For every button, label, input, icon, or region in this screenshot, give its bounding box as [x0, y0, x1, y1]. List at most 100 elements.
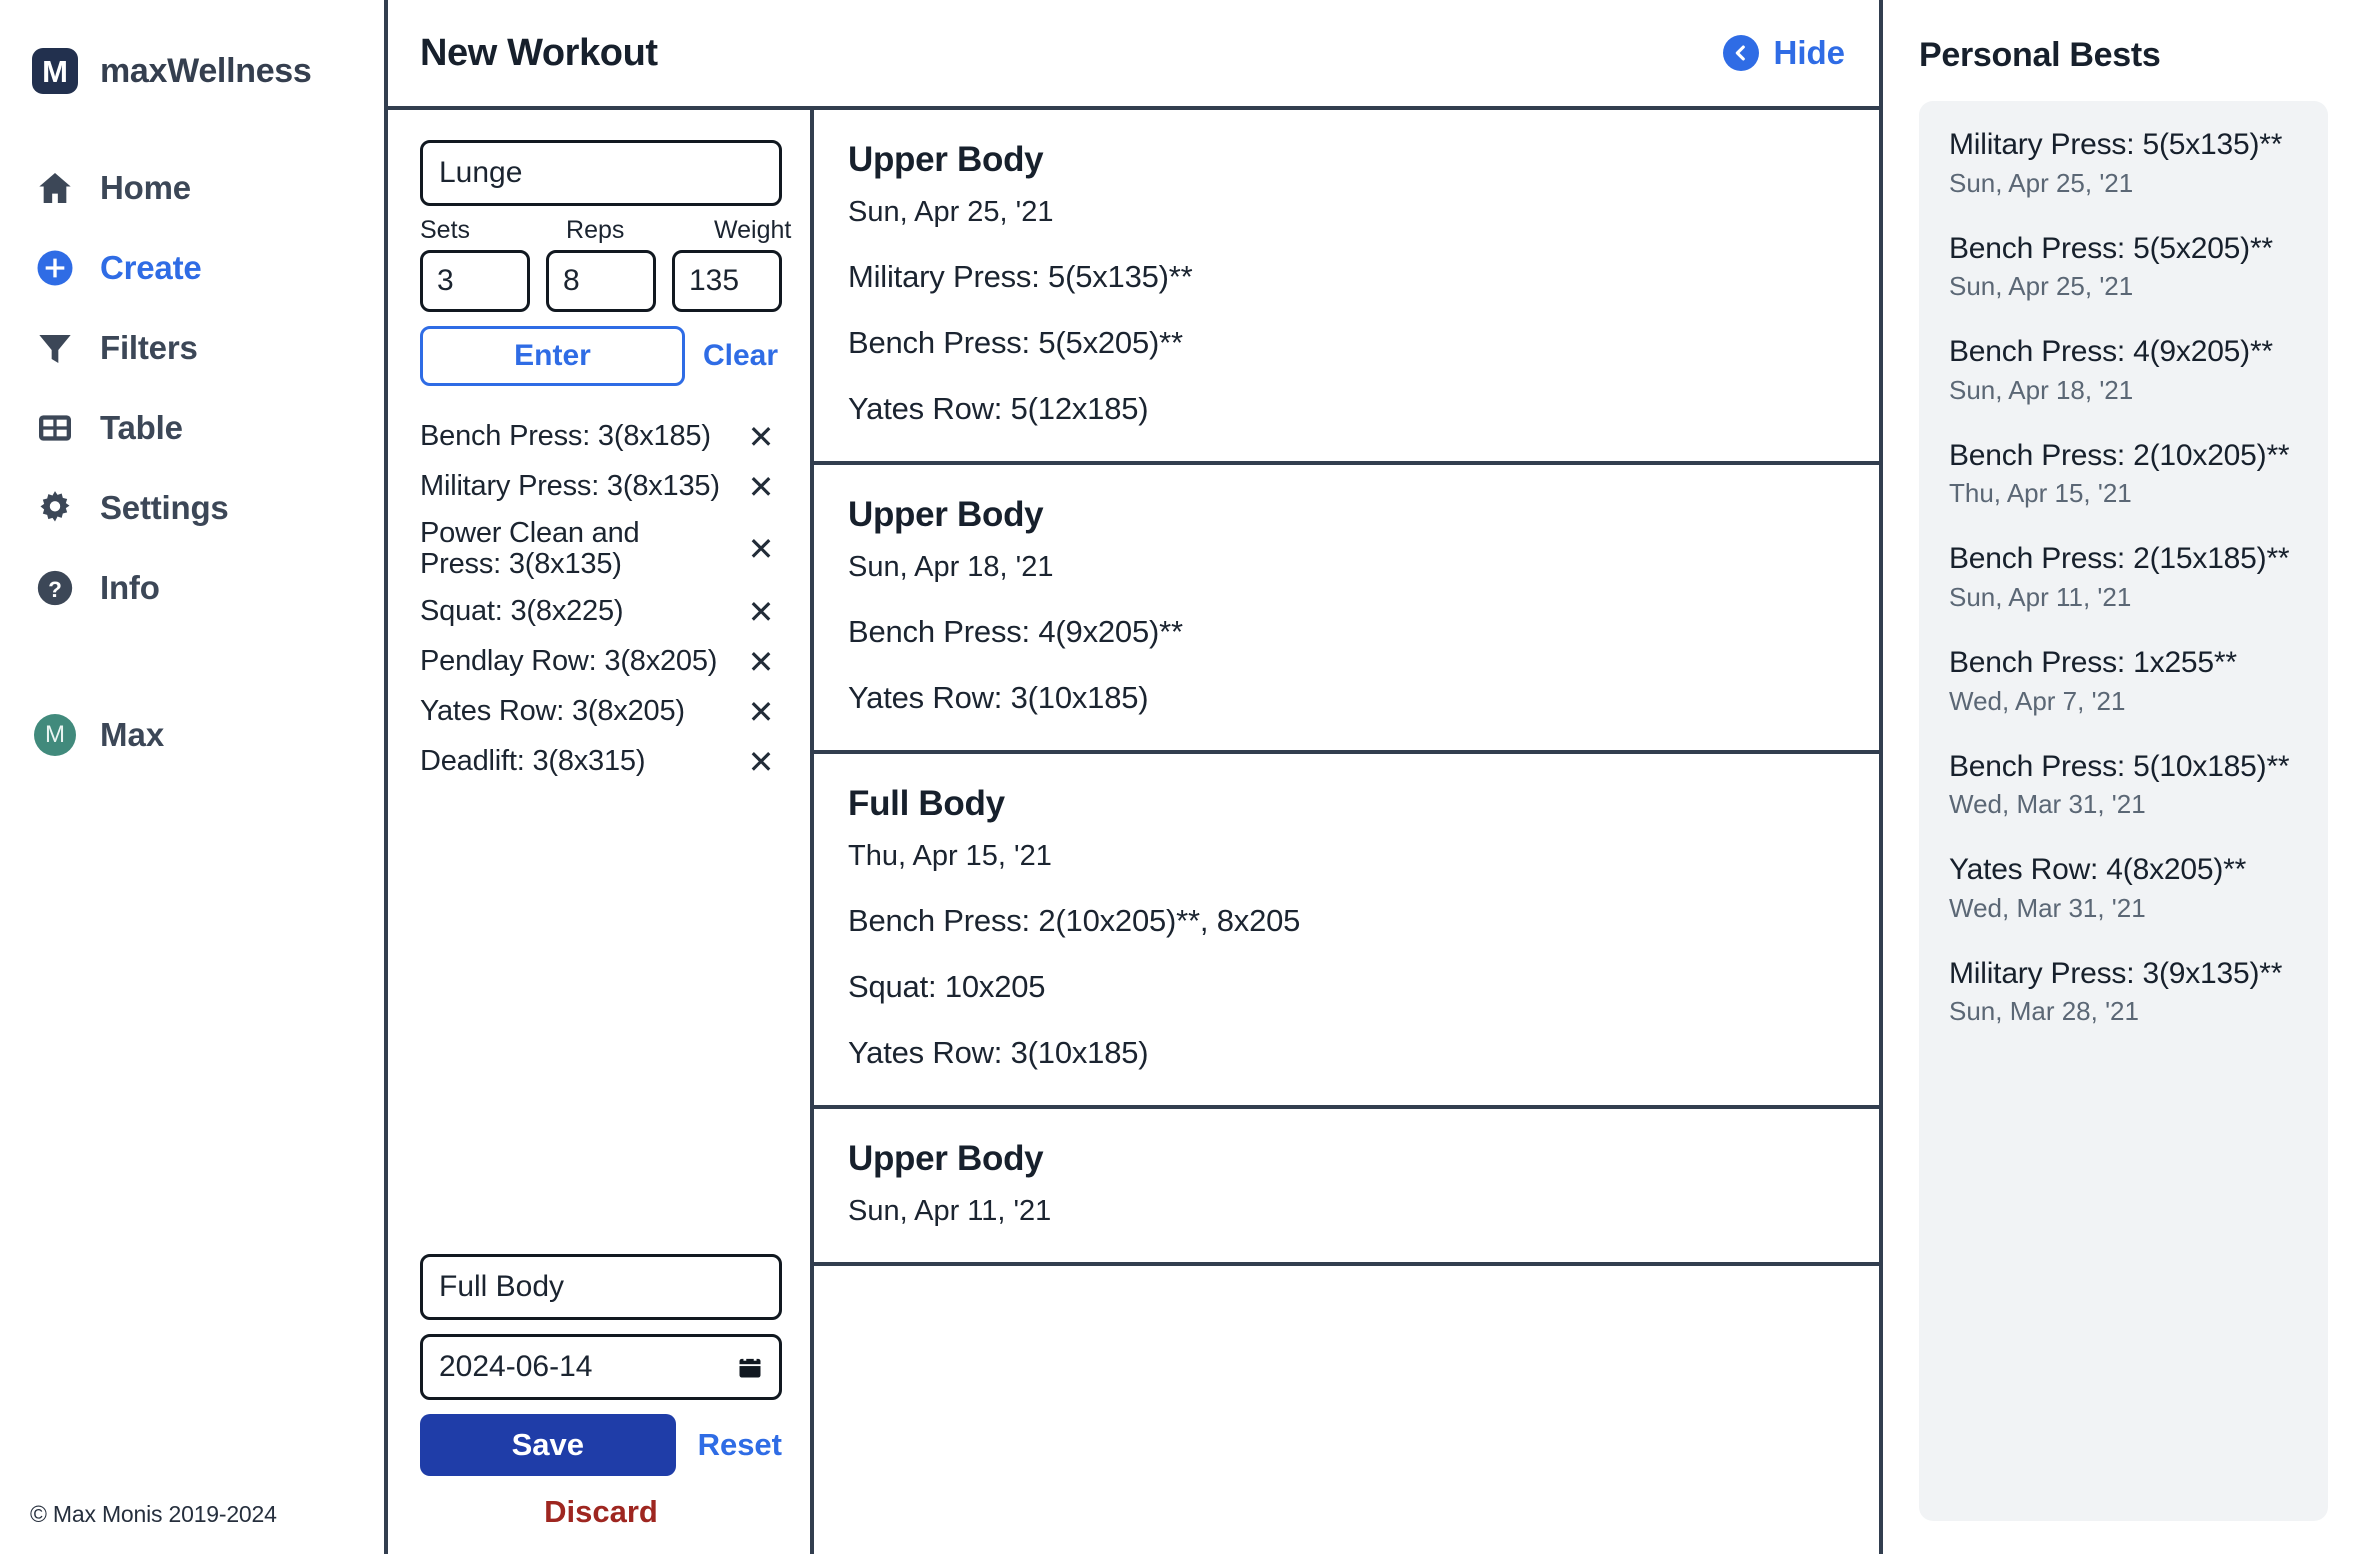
workout-history-card[interactable]: Upper Body Sun, Apr 11, '21: [814, 1109, 1879, 1266]
workout-history-date: Sun, Apr 11, '21: [848, 1195, 1052, 1227]
sidebar-item-label: Info: [100, 569, 160, 606]
list-item: Pendlay Row: 3(8x205) ✕: [420, 637, 778, 687]
list-item: Squat: 3(8x225) ✕: [420, 587, 778, 637]
workout-history-date: Sun, Apr 25, '21: [848, 196, 1054, 228]
workout-history-line: Squat: 10x205: [848, 969, 1046, 1004]
list-item: Military Press: 3(8x135) ✕: [420, 462, 778, 512]
list-item: Military Press: 5(5x135)** Sun, Apr 25, …: [1949, 127, 2304, 199]
workout-name-input[interactable]: [420, 1254, 782, 1320]
user-name: Max: [100, 716, 165, 753]
reset-button[interactable]: Reset: [676, 1427, 782, 1463]
workout-history-name: Full Body: [848, 784, 1005, 823]
list-item: Bench Press: 2(15x185)** Sun, Apr 11, '2…: [1949, 541, 2304, 613]
plus-circle-icon: [34, 247, 76, 289]
sidebar: M maxWellness Home Create Filters Table …: [0, 0, 388, 1554]
close-icon[interactable]: ✕: [744, 746, 778, 778]
close-icon[interactable]: ✕: [744, 471, 778, 503]
personal-bests-panel: Personal Bests Military Press: 5(5x135)*…: [1883, 0, 2368, 1554]
sidebar-item-create[interactable]: Create: [0, 228, 384, 308]
personal-best-date: Sun, Apr 25, '21: [1949, 167, 2134, 198]
personal-best-label: Bench Press: 4(9x205)**: [1949, 335, 2273, 369]
close-icon[interactable]: ✕: [744, 596, 778, 628]
personal-bests-card: Military Press: 5(5x135)** Sun, Apr 25, …: [1919, 101, 2328, 1521]
sidebar-nav: Home Create Filters Table Settings ? Inf…: [0, 148, 384, 628]
app-root: M maxWellness Home Create Filters Table …: [0, 0, 2372, 1554]
sidebar-item-filters[interactable]: Filters: [0, 308, 384, 388]
list-item: Bench Press: 2(10x205)** Thu, Apr 15, '2…: [1949, 438, 2304, 510]
personal-best-date: Sun, Mar 28, '21: [1949, 996, 2139, 1027]
workout-history-card[interactable]: Upper Body Sun, Apr 18, '21 Bench Press:…: [814, 465, 1879, 754]
workout-history-line: Bench Press: 5(5x205)**: [848, 325, 1183, 360]
app-logo-icon: M: [32, 48, 78, 94]
workout-history-date: Sun, Apr 18, '21: [848, 551, 1054, 583]
workout-history-name: Upper Body: [848, 140, 1044, 179]
personal-best-date: Sun, Apr 11, '21: [1949, 581, 2132, 612]
sidebar-item-info[interactable]: ? Info: [0, 548, 384, 628]
brand-name: maxWellness: [100, 51, 312, 90]
close-icon[interactable]: ✕: [744, 696, 778, 728]
workout-history-card[interactable]: Upper Body Sun, Apr 25, '21 Military Pre…: [814, 110, 1879, 465]
sidebar-item-home[interactable]: Home: [0, 148, 384, 228]
personal-best-label: Military Press: 3(9x135)**: [1949, 956, 2283, 990]
avatar-initial: M: [45, 721, 65, 748]
personal-best-date: Wed, Apr 7, '21: [1949, 685, 2126, 716]
reps-input[interactable]: [546, 250, 656, 312]
close-icon[interactable]: ✕: [744, 533, 778, 565]
exercise-entry-text: Squat: 3(8x225): [420, 594, 624, 627]
save-button[interactable]: Save: [420, 1414, 676, 1476]
personal-best-date: Sun, Apr 25, '21: [1949, 271, 2134, 302]
workout-history-name: Upper Body: [848, 495, 1044, 534]
personal-best-label: Bench Press: 5(5x205)**: [1949, 231, 2273, 265]
home-icon: [34, 167, 76, 209]
list-item: Bench Press: 1x255** Wed, Apr 7, '21: [1949, 645, 2304, 717]
list-item: Power Clean and Press: 3(8x135) ✕: [420, 512, 778, 587]
personal-best-date: Wed, Mar 31, '21: [1949, 789, 2146, 820]
list-item: Deadlift: 3(8x315) ✕: [420, 737, 778, 787]
workout-history-card[interactable]: Full Body Thu, Apr 15, '21 Bench Press: …: [814, 754, 1879, 1109]
list-item: Yates Row: 4(8x205)** Wed, Mar 31, '21: [1949, 852, 2304, 924]
exercise-name-input[interactable]: [420, 140, 782, 206]
sidebar-item-settings[interactable]: Settings: [0, 468, 384, 548]
personal-best-date: Thu, Apr 15, '21: [1949, 478, 2132, 509]
weight-label: Weight: [714, 216, 792, 244]
personal-best-date: Sun, Apr 18, '21: [1949, 374, 2134, 405]
workout-history-date: Thu, Apr 15, '21: [848, 840, 1052, 872]
brand[interactable]: M maxWellness: [0, 0, 384, 94]
workout-panel-header: New Workout Hide: [388, 0, 1879, 110]
personal-best-label: Bench Press: 2(15x185)**: [1949, 542, 2290, 576]
enter-clear-row: Enter Clear: [420, 326, 778, 386]
sidebar-item-label: Settings: [100, 489, 229, 526]
page-title: New Workout: [420, 31, 658, 74]
sidebar-item-label: Create: [100, 249, 202, 286]
hide-button[interactable]: Hide: [1723, 34, 1845, 72]
save-reset-row: Save Reset: [420, 1414, 782, 1476]
personal-best-date: Wed, Mar 31, '21: [1949, 892, 2146, 923]
exercise-entry-text: Deadlift: 3(8x315): [420, 744, 646, 777]
sidebar-item-table[interactable]: Table: [0, 388, 384, 468]
sidebar-item-label: Home: [100, 169, 191, 206]
workout-history-line: Military Press: 5(5x135)**: [848, 259, 1193, 294]
close-icon[interactable]: ✕: [744, 646, 778, 678]
weight-input[interactable]: [672, 250, 782, 312]
list-item: Bench Press: 3(8x185) ✕: [420, 412, 778, 462]
list-item: Yates Row: 3(8x205) ✕: [420, 687, 778, 737]
list-item: Military Press: 3(9x135)** Sun, Mar 28, …: [1949, 956, 2304, 1028]
discard-button[interactable]: Discard: [544, 1494, 658, 1530]
funnel-icon: [34, 327, 76, 369]
close-icon[interactable]: ✕: [744, 421, 778, 453]
workout-history-line: Yates Row: 5(12x185): [848, 391, 1149, 426]
clear-button[interactable]: Clear: [685, 339, 778, 373]
personal-best-label: Bench Press: 1x255**: [1949, 645, 2237, 679]
sidebar-item-user[interactable]: M Max: [0, 694, 384, 756]
exercise-entry-text: Military Press: 3(8x135): [420, 470, 720, 503]
sets-input[interactable]: [420, 250, 530, 312]
exercise-entry-text: Pendlay Row: 3(8x205): [420, 644, 718, 677]
workout-panel: New Workout Hide Sets Reps Weight: [388, 0, 1883, 1554]
personal-best-label: Bench Press: 2(10x205)**: [1949, 438, 2290, 472]
enter-button[interactable]: Enter: [420, 326, 685, 386]
exercise-entry-list: Bench Press: 3(8x185) ✕ Military Press: …: [420, 412, 778, 787]
workout-date-input[interactable]: [420, 1334, 782, 1400]
sidebar-item-label: Filters: [100, 329, 198, 366]
sets-label: Sets: [420, 216, 471, 244]
app-logo-letter: M: [42, 53, 68, 89]
